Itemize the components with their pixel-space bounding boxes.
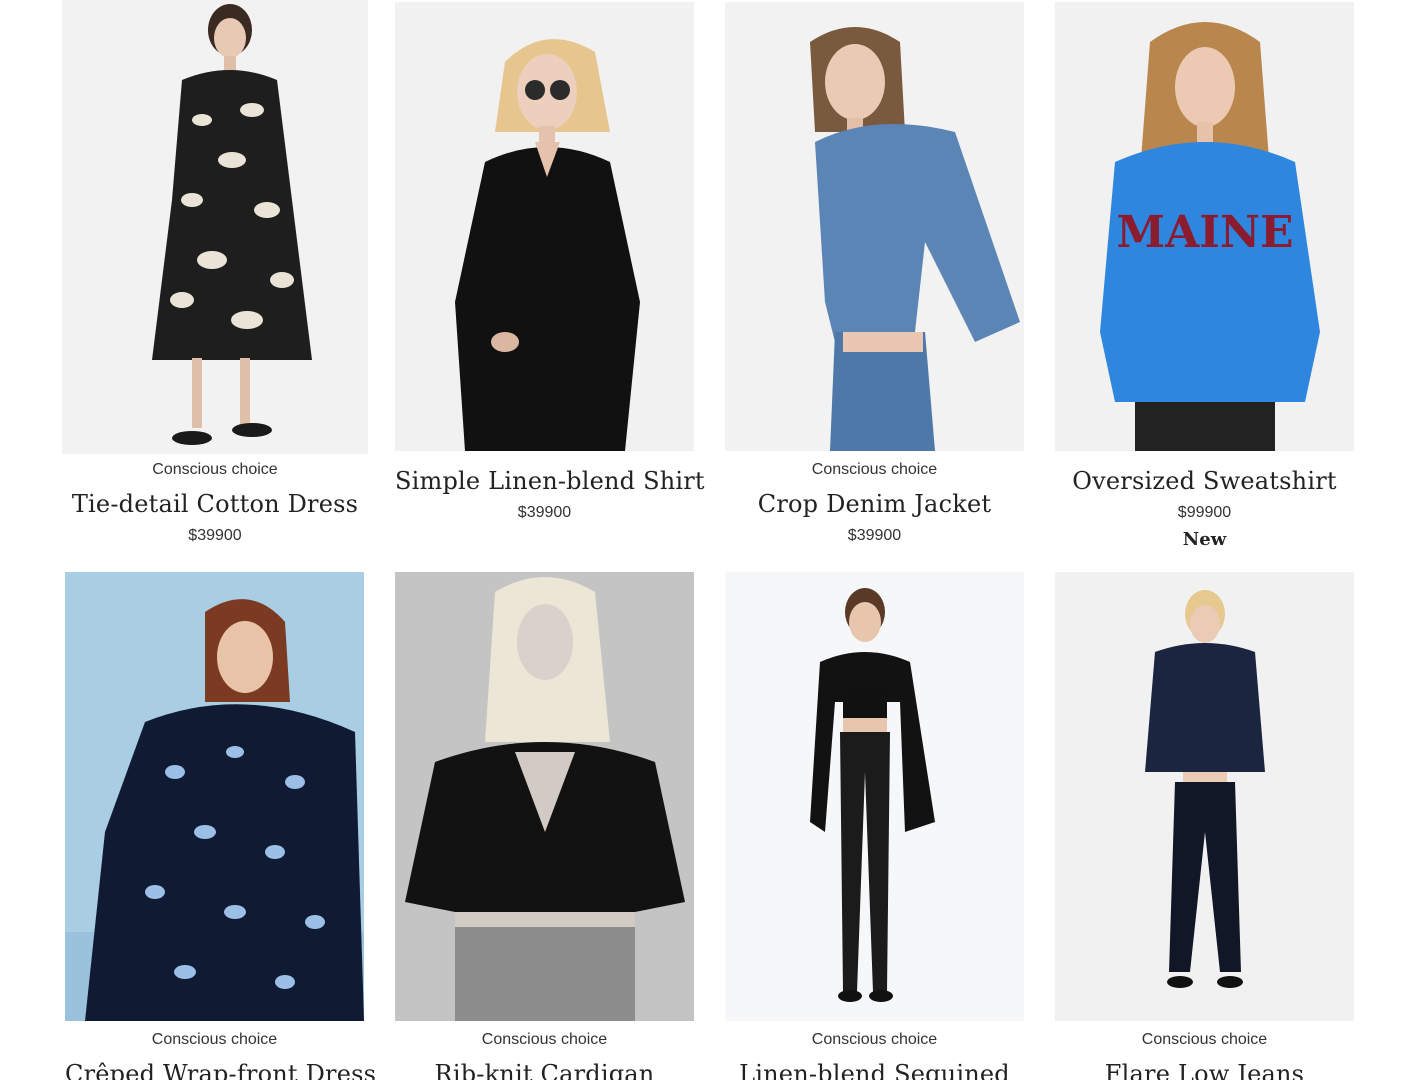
product-image[interactable] xyxy=(395,572,694,1021)
conscious-choice-label: Conscious choice xyxy=(811,461,938,478)
conscious-choice-label: Conscious choice xyxy=(811,1031,938,1048)
product-image[interactable] xyxy=(725,2,1024,451)
product-price: $39900 xyxy=(517,504,572,521)
product-title[interactable]: Flare Low Jeans xyxy=(1055,1058,1354,1080)
product-image[interactable] xyxy=(725,572,1024,1021)
product-title[interactable]: Rib-knit Cardigan xyxy=(395,1058,694,1080)
conscious-choice-label: Conscious choice xyxy=(481,1031,608,1048)
product-title[interactable]: Simple Linen-blend Shirt xyxy=(395,465,705,497)
new-badge: New xyxy=(1182,529,1227,550)
product-title[interactable]: Tie-detail Cotton Dress xyxy=(62,488,368,520)
product-image[interactable] xyxy=(395,2,694,451)
product-title[interactable]: Linen-blend Sequined xyxy=(725,1058,1024,1080)
product-image[interactable] xyxy=(1055,572,1354,1021)
product-title[interactable]: Oversized Sweatshirt xyxy=(1055,465,1354,497)
conscious-choice-label: Conscious choice xyxy=(1141,1031,1268,1048)
conscious-choice-label: Conscious choice xyxy=(151,1031,278,1048)
product-title[interactable]: Crop Denim Jacket xyxy=(725,488,1024,520)
conscious-choice-label: Conscious choice xyxy=(152,461,278,478)
product-image[interactable] xyxy=(65,572,364,1021)
product-price: $39900 xyxy=(847,527,902,544)
product-title[interactable]: Crêped Wrap-front Dress xyxy=(65,1058,376,1080)
product-image[interactable]: MAINE xyxy=(1055,2,1354,451)
svg-text:MAINE: MAINE xyxy=(1116,207,1293,258)
product-image[interactable] xyxy=(62,0,368,454)
product-price: $99900 xyxy=(1177,504,1232,521)
product-price: $39900 xyxy=(188,527,242,544)
